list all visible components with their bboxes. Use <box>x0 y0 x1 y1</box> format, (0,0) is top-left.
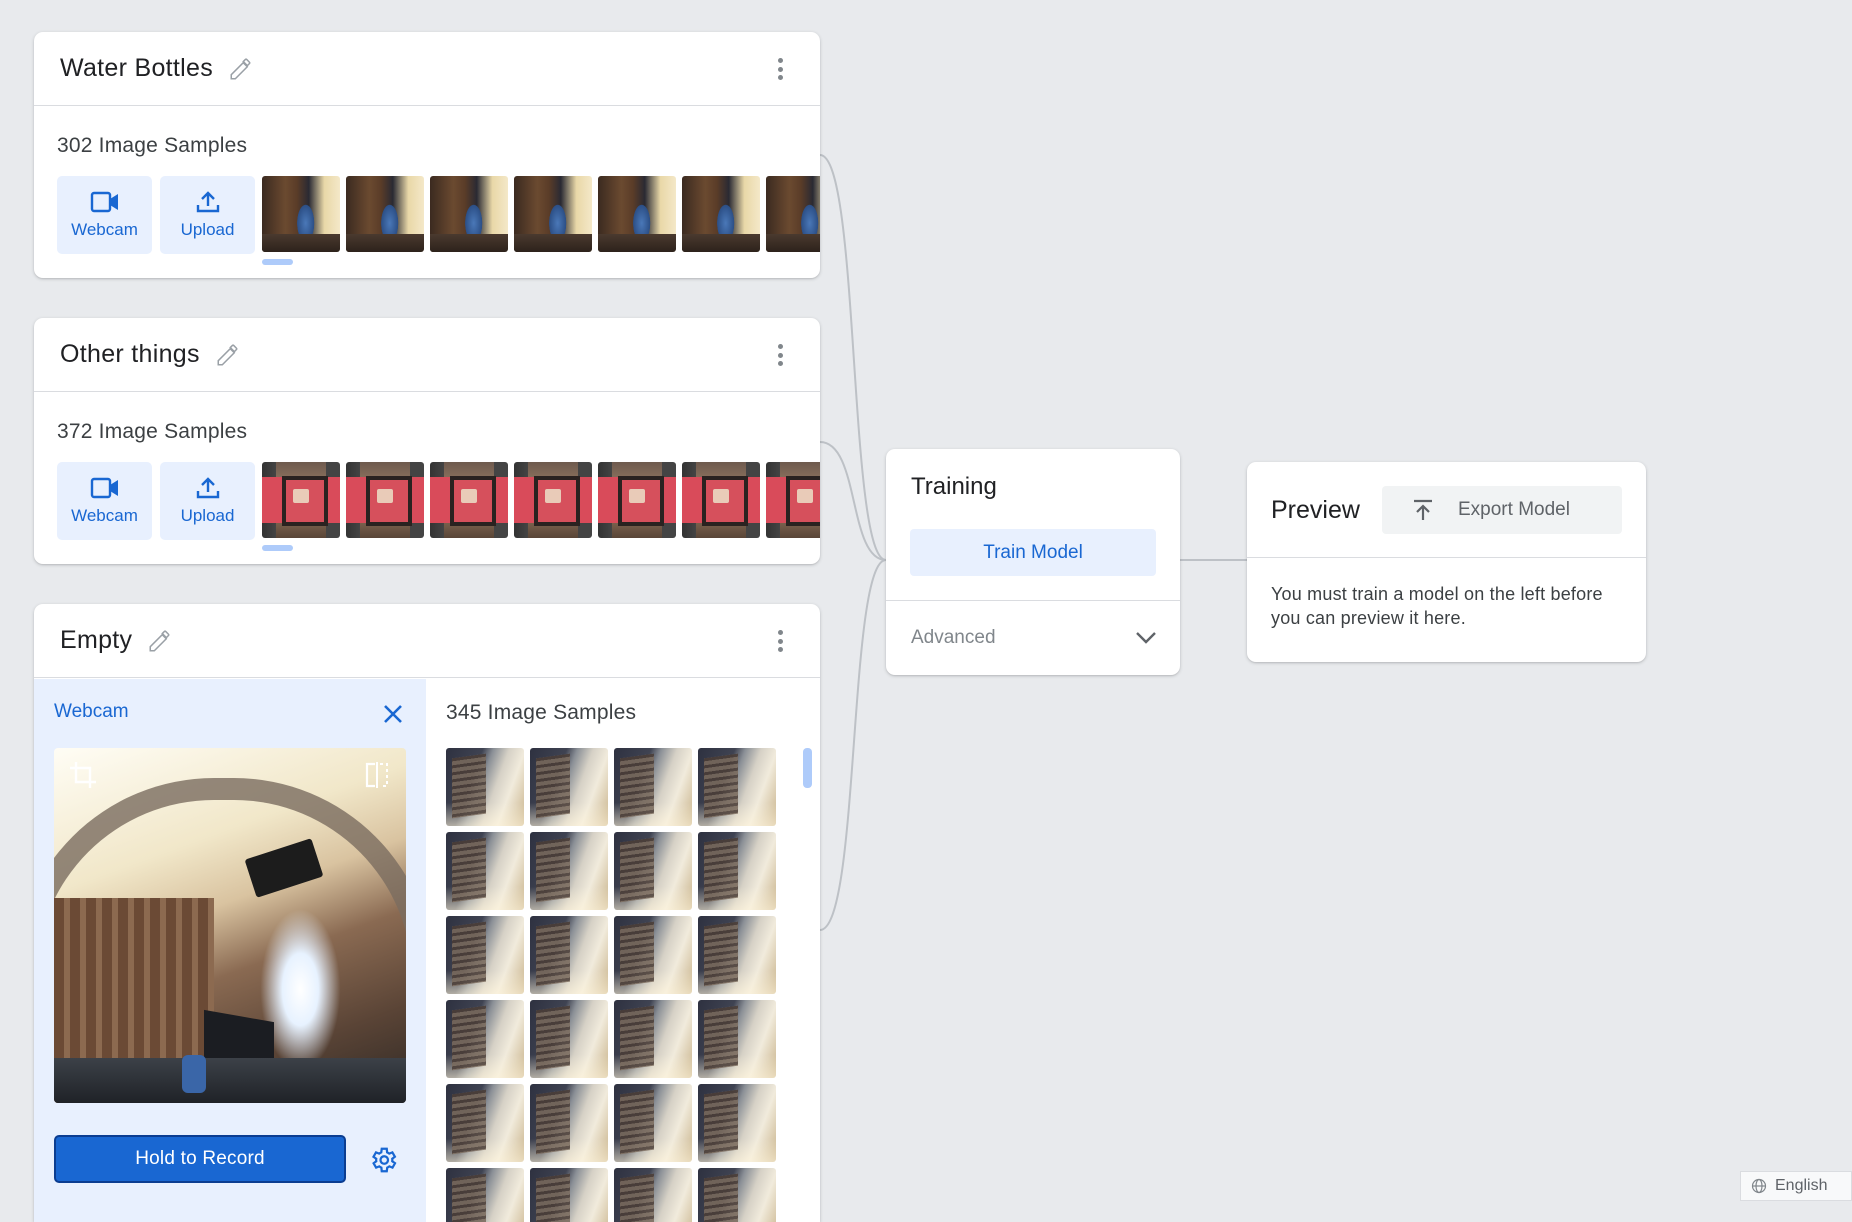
edit-icon[interactable] <box>227 55 255 83</box>
sample-thumbnail[interactable] <box>446 1168 524 1222</box>
samples-count: 372 Image Samples <box>57 420 248 443</box>
class-header: Other things <box>34 318 820 392</box>
sample-thumbnail[interactable] <box>614 832 692 910</box>
webcam-button[interactable]: Webcam <box>57 462 152 540</box>
sample-thumbnail[interactable] <box>698 916 776 994</box>
language-selector[interactable]: English <box>1740 1171 1852 1201</box>
sample-thumbnail[interactable] <box>530 748 608 826</box>
vertical-scrollbar[interactable] <box>803 748 812 788</box>
class-name[interactable]: Water Bottles <box>60 54 213 83</box>
edit-icon[interactable] <box>146 627 174 655</box>
samples-count: 345 Image Samples <box>446 701 637 724</box>
sample-grid[interactable] <box>446 748 776 1222</box>
class-name[interactable]: Other things <box>60 340 200 369</box>
sample-thumbnail[interactable] <box>698 832 776 910</box>
sample-thumbnail[interactable] <box>614 1084 692 1162</box>
webcam-panel: Webcam Hold to Record <box>34 679 426 1222</box>
sample-thumbnail[interactable] <box>446 748 524 826</box>
class-card-empty: Empty Webcam Hold to Record 345 Image Sa… <box>34 604 820 1222</box>
sample-thumbnail[interactable] <box>262 462 340 538</box>
close-icon[interactable] <box>380 701 406 727</box>
videocam-icon <box>90 191 118 213</box>
sample-thumbnail[interactable] <box>614 1000 692 1078</box>
sample-thumbnail[interactable] <box>446 1000 524 1078</box>
sample-thumbnail[interactable] <box>446 916 524 994</box>
sample-thumbnail[interactable] <box>446 832 524 910</box>
train-model-button[interactable]: Train Model <box>910 529 1156 576</box>
sample-thumbnail[interactable] <box>530 832 608 910</box>
sample-thumbnail[interactable] <box>430 462 508 538</box>
advanced-toggle[interactable]: Advanced <box>886 601 1180 675</box>
sample-thumbnail[interactable] <box>430 176 508 252</box>
sample-thumbnail[interactable] <box>446 1084 524 1162</box>
webcam-video <box>54 748 406 1103</box>
sample-thumbnail[interactable] <box>530 1168 608 1222</box>
videocam-icon <box>90 477 118 499</box>
sample-thumbnail[interactable] <box>698 1000 776 1078</box>
sample-thumbnail[interactable] <box>682 176 760 252</box>
sample-thumbnail[interactable] <box>766 462 820 538</box>
edit-icon[interactable] <box>214 341 242 369</box>
sample-thumbnail[interactable] <box>698 1168 776 1222</box>
webcam-button[interactable]: Webcam <box>57 176 152 254</box>
sample-thumbnail[interactable] <box>530 916 608 994</box>
sample-thumbnail[interactable] <box>530 1000 608 1078</box>
webcam-panel-title: Webcam <box>54 701 129 722</box>
training-card: Training Train Model Advanced <box>886 449 1180 675</box>
crop-icon[interactable] <box>68 760 98 790</box>
export-icon <box>1414 499 1432 520</box>
class-header: Empty <box>34 604 820 678</box>
upload-icon <box>196 191 219 213</box>
advanced-label: Advanced <box>911 627 996 648</box>
sample-thumbnail[interactable] <box>614 916 692 994</box>
upload-icon <box>196 477 219 499</box>
sample-thumbnail[interactable] <box>514 462 592 538</box>
hold-to-record-button[interactable]: Hold to Record <box>54 1135 346 1183</box>
more-vert-icon[interactable] <box>768 56 792 82</box>
class-card-other-things: Other things 372 Image Samples Webcam Up… <box>34 318 820 564</box>
upload-button[interactable]: Upload <box>160 462 255 540</box>
settings-icon[interactable] <box>368 1145 398 1175</box>
class-name[interactable]: Empty <box>60 626 132 655</box>
sample-thumbnails[interactable] <box>262 462 820 540</box>
more-vert-icon[interactable] <box>768 342 792 368</box>
sample-thumbnail[interactable] <box>598 462 676 538</box>
horizontal-scrollbar[interactable] <box>262 545 293 551</box>
preview-card: Preview Export Model You must train a mo… <box>1247 462 1646 662</box>
sample-thumbnail[interactable] <box>262 176 340 252</box>
more-vert-icon[interactable] <box>768 628 792 654</box>
samples-count: 302 Image Samples <box>57 134 248 157</box>
sample-thumbnail[interactable] <box>698 748 776 826</box>
sample-thumbnails[interactable] <box>262 176 820 254</box>
sample-thumbnail[interactable] <box>614 1168 692 1222</box>
sample-thumbnail[interactable] <box>346 176 424 252</box>
upload-button[interactable]: Upload <box>160 176 255 254</box>
horizontal-scrollbar[interactable] <box>262 259 293 265</box>
samples-area: 345 Image Samples <box>426 679 820 1222</box>
sample-thumbnail[interactable] <box>514 176 592 252</box>
export-model-button[interactable]: Export Model <box>1382 486 1622 534</box>
sample-thumbnail[interactable] <box>766 176 820 252</box>
sample-thumbnail[interactable] <box>614 748 692 826</box>
class-header: Water Bottles <box>34 32 820 106</box>
sample-thumbnail[interactable] <box>682 462 760 538</box>
sample-thumbnail[interactable] <box>598 176 676 252</box>
class-card-water-bottles: Water Bottles 302 Image Samples Webcam U… <box>34 32 820 278</box>
training-title: Training <box>911 473 997 500</box>
chevron-down-icon <box>1136 632 1156 644</box>
preview-title: Preview <box>1271 496 1360 524</box>
sample-thumbnail[interactable] <box>530 1084 608 1162</box>
sample-thumbnail[interactable] <box>698 1084 776 1162</box>
preview-message: You must train a model on the left befor… <box>1271 584 1603 628</box>
globe-icon <box>1751 1178 1767 1194</box>
preview-header: Preview Export Model <box>1247 462 1646 558</box>
mirror-icon[interactable] <box>362 760 392 790</box>
sample-thumbnail[interactable] <box>346 462 424 538</box>
